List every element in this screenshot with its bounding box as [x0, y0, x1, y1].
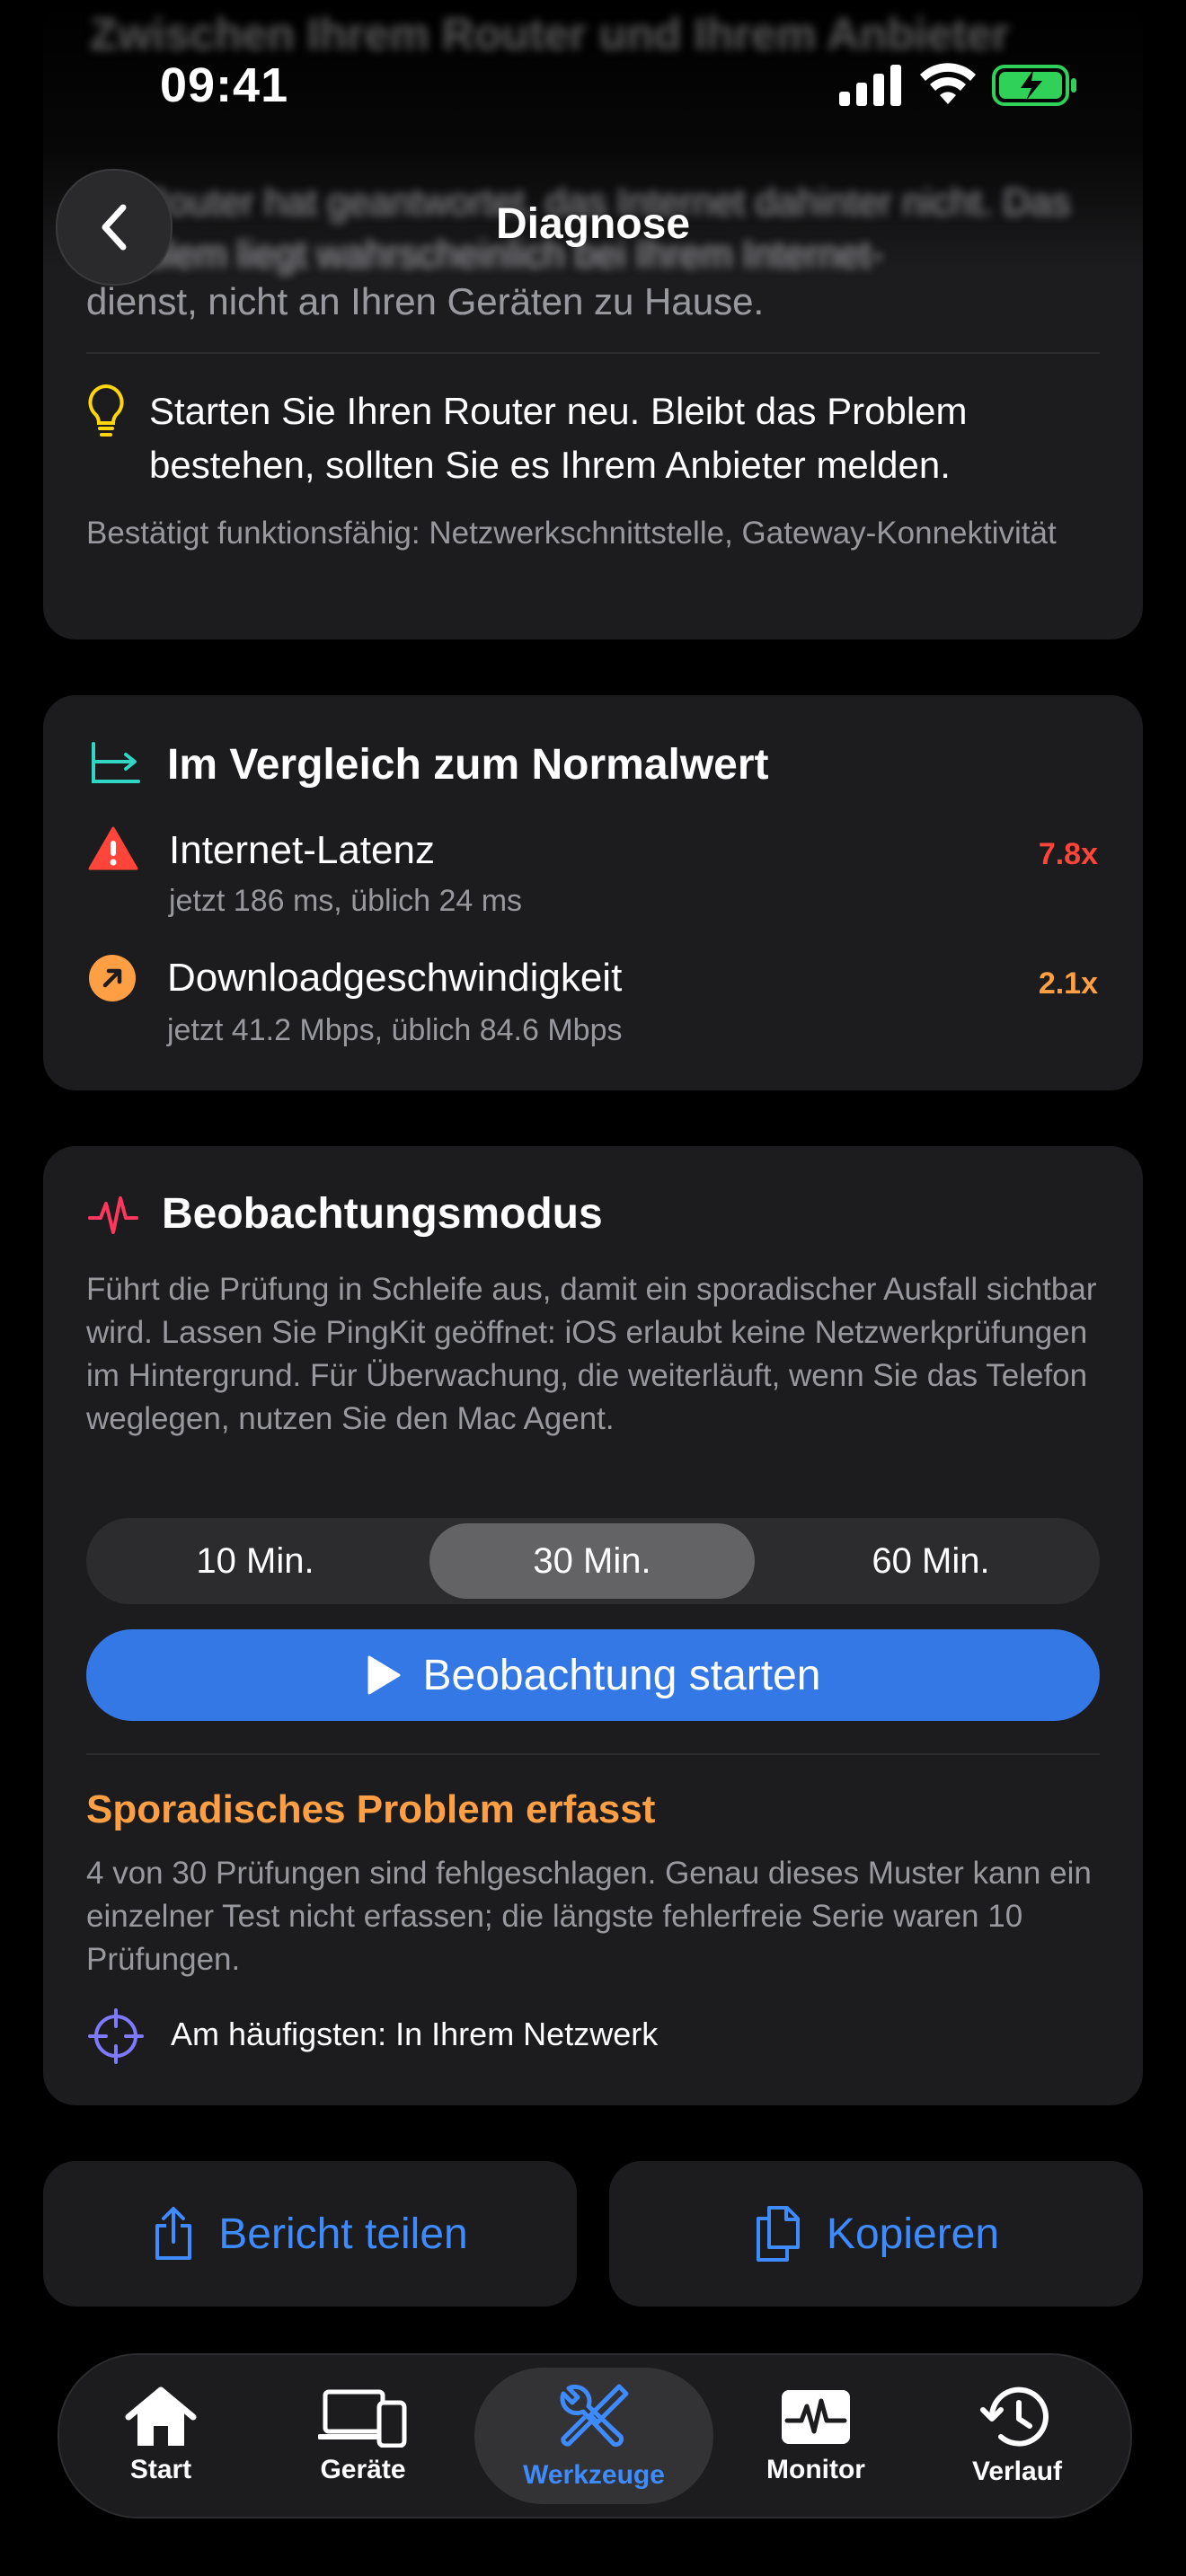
waveform-icon [88, 1191, 138, 1246]
warning-icon [88, 826, 138, 876]
latency-title: Internet-Latenz [169, 828, 435, 872]
copy-label: Kopieren [826, 2210, 1000, 2258]
divider [86, 352, 1100, 354]
duration-option-30[interactable]: 30 Min. [429, 1523, 755, 1599]
watch-mode-description: Führt die Prüfung in Schleife aus, damit… [86, 1272, 1097, 1436]
tab-history-label: Verlauf [971, 2457, 1063, 2486]
baseline-chart-icon [90, 742, 142, 790]
divider [86, 1753, 1100, 1755]
start-watch-label: Beobachtung starten [422, 1651, 821, 1699]
signal-icon [839, 65, 902, 110]
comparison-title: Im Vergleich zum Normalwert [167, 741, 769, 789]
duration-option-10[interactable]: 10 Min. [86, 1518, 424, 1604]
share-icon [155, 2207, 192, 2260]
share-report-button[interactable]: Bericht teilen [43, 2161, 577, 2307]
latency-ratio: 7.8x [1038, 837, 1098, 871]
tab-monitor[interactable]: Monitor [735, 2355, 897, 2517]
wifi-icon [920, 63, 976, 110]
tab-start[interactable]: Start [84, 2355, 237, 2517]
tab-tools[interactable]: Werkzeuge [474, 2368, 713, 2504]
blurred-heading-overlay: Zwischen Ihrem Router und Ihrem Anbieter [90, 9, 1010, 59]
tip-text: Starten Sie Ihren Router neu. Bleibt das… [149, 390, 968, 486]
download-sub: jetzt 41.2 Mbps, üblich 84.6 Mbps [167, 1013, 623, 1047]
tab-bar: Start Geräte Werkzeuge Monitor Verlauf [58, 2353, 1132, 2519]
tab-devices[interactable]: Geräte [282, 2355, 444, 2517]
duration-option-60[interactable]: 60 Min. [762, 1518, 1100, 1604]
wrench-screwdriver-icon [560, 2384, 629, 2448]
latency-sub: jetzt 186 ms, üblich 24 ms [169, 884, 523, 918]
status-time: 09:41 [160, 58, 289, 112]
tab-monitor-label: Monitor [766, 2455, 865, 2484]
confirmed-text: Bestätigt funktionsfähig: Netzwerkschnit… [86, 516, 1057, 551]
issue-description: 4 von 30 Prüfungen sind fehlgeschlagen. … [86, 1856, 1092, 1977]
tab-tools-label: Werkzeuge [523, 2460, 665, 2490]
play-icon [367, 1655, 400, 1695]
battery-charging-icon [992, 65, 1078, 110]
most-common-location: Am häufigsten: In Ihrem Netzwerk [171, 2016, 659, 2052]
monitor-waveform-icon [782, 2390, 850, 2444]
diagnosis-text-end-overlay: dienst, nicht an Ihren Geräten zu Hause. [86, 280, 765, 322]
start-watch-button[interactable]: Beobachtung starten [86, 1629, 1100, 1721]
lightbulb-icon [86, 383, 126, 443]
tab-history[interactable]: Verlauf [936, 2355, 1098, 2517]
arrow-up-right-circle-icon [88, 954, 137, 1007]
scope-icon [88, 2008, 144, 2069]
house-icon [125, 2386, 197, 2446]
download-ratio: 2.1x [1038, 966, 1098, 1001]
history-clock-icon [980, 2386, 1049, 2447]
page-title: Diagnose [495, 200, 691, 248]
watch-mode-title: Beobachtungsmodus [162, 1190, 603, 1238]
tab-start-label: Start [129, 2455, 192, 2484]
issue-title: Sporadisches Problem erfasst [86, 1787, 656, 1831]
tab-devices-label: Geräte [320, 2455, 406, 2484]
download-title: Downloadgeschwindigkeit [167, 956, 623, 1000]
copy-icon [756, 2206, 800, 2262]
devices-icon [318, 2389, 407, 2448]
share-report-label: Bericht teilen [218, 2210, 468, 2258]
duration-segmented-control: 10 Min. 30 Min. 60 Min. [86, 1518, 1100, 1604]
copy-button[interactable]: Kopieren [609, 2161, 1143, 2307]
